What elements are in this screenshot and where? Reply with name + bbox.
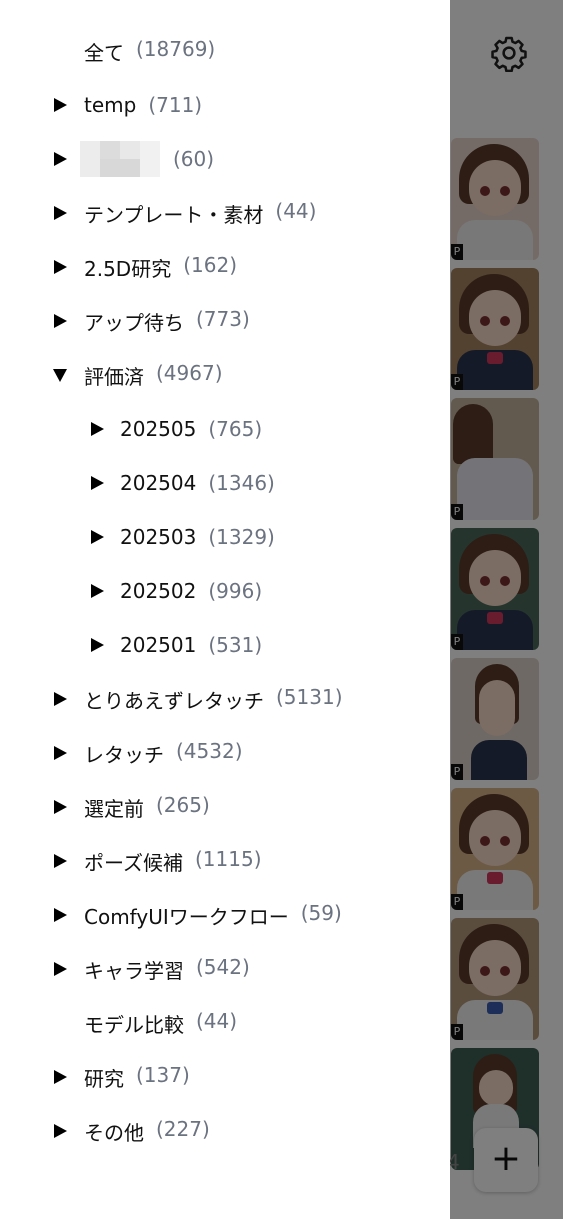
folder-count: (44) <box>275 198 317 223</box>
folder-item[interactable]: 評価済 (4967) <box>0 348 450 402</box>
folder-count: (137) <box>136 1062 190 1087</box>
folder-item[interactable]: 全て (18769) <box>0 24 450 78</box>
folder-label: 評価済 <box>84 364 144 389</box>
expand-arrow-icon[interactable] <box>89 583 105 599</box>
expand-arrow-icon[interactable] <box>52 745 68 761</box>
expand-arrow-icon[interactable] <box>89 421 105 437</box>
folder-item[interactable]: テンプレート・素材 (44) <box>0 186 450 240</box>
folder-count: (542) <box>196 954 250 979</box>
expand-arrow-icon[interactable] <box>52 151 68 167</box>
folder-label: テンプレート・素材 <box>84 202 264 227</box>
folder-label: アップ待ち <box>84 310 184 335</box>
subfolder-item[interactable]: 202503 (1329) <box>0 510 450 564</box>
folder-item[interactable]: アップ待ち (773) <box>0 294 450 348</box>
expand-arrow-icon[interactable] <box>52 691 68 707</box>
folder-label: 202504 <box>120 471 197 495</box>
folder-item[interactable]: その他 (227) <box>0 1104 450 1158</box>
expand-arrow-icon[interactable] <box>52 961 68 977</box>
folder-item[interactable]: ComfyUIワークフロー (59) <box>0 888 450 942</box>
expand-arrow-icon[interactable] <box>89 529 105 545</box>
folder-count: (5131) <box>276 684 343 709</box>
folder-item[interactable]: 2.5D研究 (162) <box>0 240 450 294</box>
folder-label: とりあえずレタッチ <box>84 688 264 713</box>
folder-count: (1346) <box>208 471 275 495</box>
expand-arrow-icon[interactable] <box>52 259 68 275</box>
folder-count: (60) <box>173 147 215 171</box>
folder-label: 2.5D研究 <box>84 256 172 281</box>
folder-count: (765) <box>208 417 263 441</box>
folder-item[interactable]: temp (711) <box>0 78 450 132</box>
folder-label: 選定前 <box>84 796 144 821</box>
folder-label: ポーズ候補 <box>84 850 183 875</box>
expand-arrow-icon[interactable] <box>89 475 105 491</box>
expand-arrow-icon[interactable] <box>52 799 68 815</box>
expand-arrow-icon[interactable] <box>52 313 68 329</box>
folder-count: (996) <box>208 579 263 603</box>
folder-item[interactable]: 選定前 (265) <box>0 780 450 834</box>
folder-count: (1115) <box>195 846 262 871</box>
folder-count: (18769) <box>136 36 216 61</box>
subfolder-item[interactable]: 202504 (1346) <box>0 456 450 510</box>
subfolder-item[interactable]: 202502 (996) <box>0 564 450 618</box>
expand-arrow-icon[interactable] <box>52 853 68 869</box>
folder-count: (59) <box>300 900 342 925</box>
folder-item[interactable]: ポーズ候補 (1115) <box>0 834 450 888</box>
folder-item[interactable]: キャラ学習 (542) <box>0 942 450 996</box>
folder-item[interactable]: モデル比較 (44) <box>0 996 450 1050</box>
folder-label: その他 <box>84 1120 144 1145</box>
folder-count: (265) <box>156 792 210 817</box>
folder-label: 202501 <box>120 633 197 657</box>
folder-label: 202503 <box>120 525 197 549</box>
folder-count: (531) <box>208 633 263 657</box>
expand-arrow-icon[interactable] <box>52 907 68 923</box>
folder-item[interactable]: レタッチ (4532) <box>0 726 450 780</box>
folder-count: (773) <box>196 306 250 331</box>
folder-count: (162) <box>183 252 237 277</box>
expand-arrow-icon[interactable] <box>52 1123 68 1139</box>
expand-arrow-icon[interactable] <box>89 637 105 653</box>
expand-arrow-icon[interactable] <box>52 1069 68 1085</box>
folder-label: キャラ学習 <box>84 958 184 983</box>
folder-label: 202502 <box>120 579 197 603</box>
expand-arrow-icon[interactable] <box>52 97 68 113</box>
folder-item[interactable]: とりあえずレタッチ (5131) <box>0 672 450 726</box>
collapse-arrow-icon[interactable] <box>52 367 68 383</box>
folder-count: (44) <box>196 1008 238 1033</box>
folder-count: (4532) <box>176 738 243 763</box>
expand-arrow-icon[interactable] <box>52 205 68 221</box>
folder-label: 202505 <box>120 417 197 441</box>
folder-label: モデル比較 <box>84 1012 184 1037</box>
subfolder-item[interactable]: 202501 (531) <box>0 618 450 672</box>
subfolder-item[interactable]: 202505 (765) <box>0 402 450 456</box>
folder-count: (711) <box>148 93 203 117</box>
folder-label: temp <box>84 93 137 117</box>
folder-item[interactable]: (60) <box>0 132 450 186</box>
folder-count: (4967) <box>156 360 223 385</box>
folder-label: ComfyUIワークフロー <box>84 904 289 929</box>
folder-label: 研究 <box>84 1066 124 1091</box>
folder-item[interactable]: 研究 (137) <box>0 1050 450 1104</box>
folder-count: (1329) <box>208 525 275 549</box>
folder-label: 全て <box>84 40 124 65</box>
folder-label: レタッチ <box>84 742 164 767</box>
folder-drawer: 全て (18769) temp (711) (60) テンプレート・素材 (44) 2.5D研… <box>0 0 450 1219</box>
folder-count: (227) <box>156 1116 210 1141</box>
